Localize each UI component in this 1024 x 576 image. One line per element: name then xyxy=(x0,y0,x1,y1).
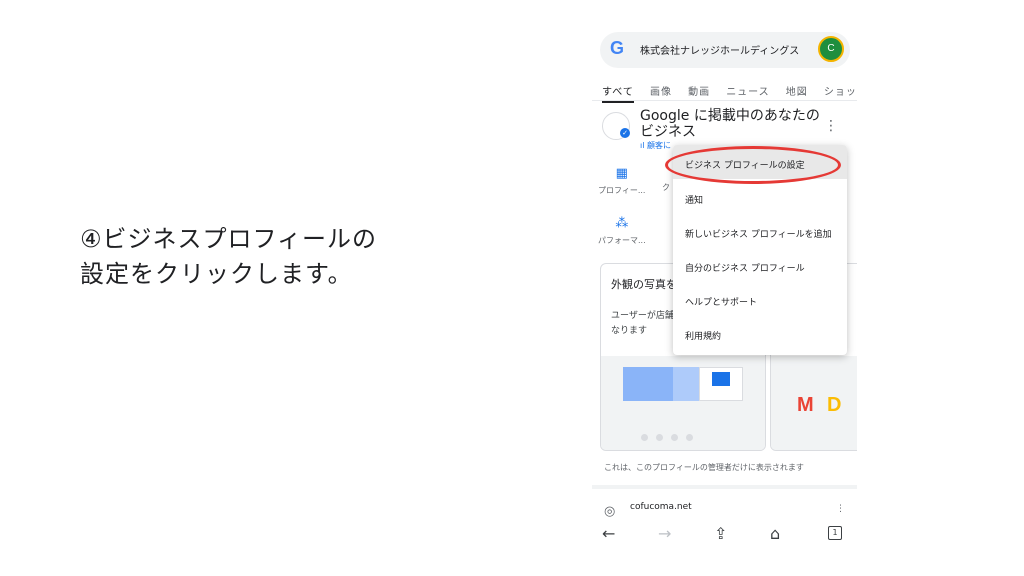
business-profile-title: Google に掲載中のあなたのビジネス xyxy=(640,108,820,140)
home-icon[interactable]: ⌂ xyxy=(770,524,780,543)
share-icon[interactable]: ⇪ xyxy=(714,524,727,543)
verified-check-icon: ✓ xyxy=(620,128,630,138)
instruction-text: ④ビジネスプロフィールの 設定をクリックします。 xyxy=(80,222,500,292)
more-vert-icon[interactable]: ⋮ xyxy=(824,118,838,134)
performance-icon: ⁂ xyxy=(615,216,629,231)
account-avatar[interactable]: C xyxy=(818,36,844,62)
card-description: ユーザーが店舗 なります xyxy=(611,311,674,336)
bar-chart-icon: ıl xyxy=(640,141,647,150)
docs-icon: D xyxy=(827,394,842,416)
illustration-block xyxy=(673,367,699,401)
menu-item-add-profile[interactable]: 新しいビジネス プロフィールを追加 xyxy=(685,227,832,240)
action-product[interactable]: ク xyxy=(662,182,670,193)
search-query[interactable]: 株式会社ナレッジホールディングス xyxy=(640,42,799,57)
tabs-count-icon[interactable]: 1 xyxy=(828,526,842,540)
site-favicon-icon: ◎ xyxy=(604,504,616,519)
back-arrow-icon[interactable]: ← xyxy=(602,524,615,543)
card-illustration: M D xyxy=(771,356,857,450)
search-tabs: すべて 画像 動画 ニュース 地図 ショッピ xyxy=(602,80,857,103)
action-profile[interactable]: ▦ プロフィー... xyxy=(598,166,645,196)
customer-stats-link[interactable]: ıl 顧客に xyxy=(640,140,671,151)
highlight-ring xyxy=(665,146,841,184)
tab-maps[interactable]: 地図 xyxy=(786,83,808,98)
illustration-dots xyxy=(641,426,701,445)
site-name[interactable]: cofucoma.net xyxy=(630,502,692,512)
tabs-divider xyxy=(592,100,857,101)
illustration-block xyxy=(699,367,743,401)
storefront-icon: ▦ xyxy=(615,166,628,181)
card-illustration xyxy=(601,356,765,450)
menu-item-terms[interactable]: 利用規約 xyxy=(685,329,721,342)
tab-shopping[interactable]: ショッピ xyxy=(824,83,857,98)
more-vert-icon[interactable]: ⋮ xyxy=(836,504,845,514)
tab-images[interactable]: 画像 xyxy=(650,83,672,98)
browser-bottom-nav: ← → ⇪ ⌂ 1 xyxy=(592,520,857,550)
google-logo-icon: G xyxy=(610,38,625,58)
menu-item-notifications[interactable]: 通知 xyxy=(685,193,703,206)
menu-item-my-profile[interactable]: 自分のビジネス プロフィール xyxy=(685,261,805,274)
section-separator xyxy=(592,485,857,489)
instruction-line-1: ④ビジネスプロフィールの xyxy=(80,225,378,253)
gmail-icon: M xyxy=(797,394,814,416)
owner-only-note: これは、このプロフィールの管理者だけに表示されます xyxy=(604,463,804,472)
menu-item-help[interactable]: ヘルプとサポート xyxy=(685,295,757,308)
action-performance[interactable]: ⁂ パフォーマ... xyxy=(598,216,646,246)
tab-videos[interactable]: 動画 xyxy=(688,83,710,98)
tab-news[interactable]: ニュース xyxy=(726,83,770,98)
illustration-block xyxy=(623,367,673,401)
forward-arrow-icon[interactable]: → xyxy=(658,524,671,543)
instruction-line-2: 設定をクリックします。 xyxy=(80,260,353,288)
search-bar[interactable]: G 株式会社ナレッジホールディングス C xyxy=(600,32,850,68)
card-title: 外観の写真を xyxy=(611,278,677,291)
store-icon xyxy=(712,372,730,386)
